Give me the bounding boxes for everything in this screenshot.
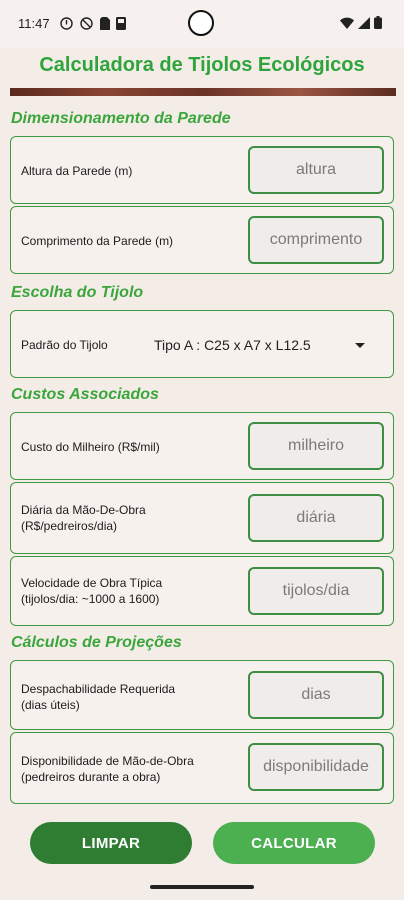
dropdown-arrow-icon[interactable] [355, 343, 365, 348]
daily-labor-input[interactable] [250, 508, 382, 528]
notification-icon [60, 17, 73, 33]
dispatch-input[interactable] [250, 685, 382, 705]
work-speed-field-box [248, 567, 384, 615]
work-speed-label: Velocidade de Obra Típica (tijolos/dia: … [21, 576, 163, 606]
thousand-cost-card: Custo do Milheiro (R$/mil) [10, 412, 394, 480]
availability-label: Disponibilidade de Mão-de-Obra (pedreiro… [21, 754, 194, 784]
wall-length-input[interactable] [250, 230, 382, 250]
daily-labor-card: Diária da Mão-De-Obra (R$/pedreiros/dia) [10, 482, 394, 554]
brick-card: Padrão do Tijolo Tipo A : C25 x A7 x L12… [10, 310, 394, 378]
thousand-cost-field-box [248, 422, 384, 470]
thousand-cost-input[interactable] [250, 436, 382, 456]
work-speed-input[interactable] [250, 581, 382, 601]
dispatch-label: Despachabilidade Requerida (dias úteis) [21, 682, 176, 712]
app-title: Calculadora de Tijolos Ecológicos [39, 54, 365, 76]
clear-button[interactable]: LIMPAR [30, 822, 192, 864]
header-banner-image [10, 88, 396, 96]
section-dimensions: Dimensionamento da Parede [11, 110, 231, 127]
home-indicator[interactable] [150, 885, 254, 889]
dispatch-card: Despachabilidade Requerida (dias úteis) [10, 660, 394, 730]
sim-icon [100, 17, 110, 33]
wall-height-label: Altura da Parede (m) [21, 164, 133, 178]
wall-length-field-box [248, 216, 384, 264]
daily-labor-field-box [248, 494, 384, 542]
wall-length-card: Comprimento da Parede (m) [10, 206, 394, 274]
storage-icon [116, 17, 126, 33]
brick-type-select[interactable]: Tipo A : C25 x A7 x L12.5 [154, 337, 311, 353]
wall-height-card: Altura da Parede (m) [10, 136, 394, 204]
availability-input[interactable] [250, 757, 382, 777]
brick-label: Padrão do Tijolo [21, 338, 108, 352]
section-brick: Escolha do Tijolo [11, 284, 144, 301]
availability-field-box [248, 743, 384, 791]
section-costs: Custos Associados [11, 386, 159, 403]
daily-labor-label: Diária da Mão-De-Obra (R$/pedreiros/dia) [21, 503, 146, 533]
availability-card: Disponibilidade de Mão-de-Obra (pedreiro… [10, 732, 394, 804]
section-projections: Cálculos de Projeções [11, 634, 182, 651]
wifi-icon [340, 16, 354, 34]
front-camera [188, 10, 214, 36]
wall-length-label: Comprimento da Parede (m) [21, 234, 174, 248]
status-time: 11:47 [18, 16, 50, 31]
signal-icon [358, 16, 370, 34]
dispatch-field-box [248, 671, 384, 719]
battery-icon [374, 16, 382, 34]
dnd-icon [80, 17, 93, 33]
thousand-cost-label: Custo do Milheiro (R$/mil) [21, 440, 160, 454]
calculate-button[interactable]: CALCULAR [213, 822, 375, 864]
wall-height-input[interactable] [250, 160, 382, 180]
wall-height-field-box [248, 146, 384, 194]
work-speed-card: Velocidade de Obra Típica (tijolos/dia: … [10, 556, 394, 626]
status-bar: 11:47 [0, 0, 404, 48]
